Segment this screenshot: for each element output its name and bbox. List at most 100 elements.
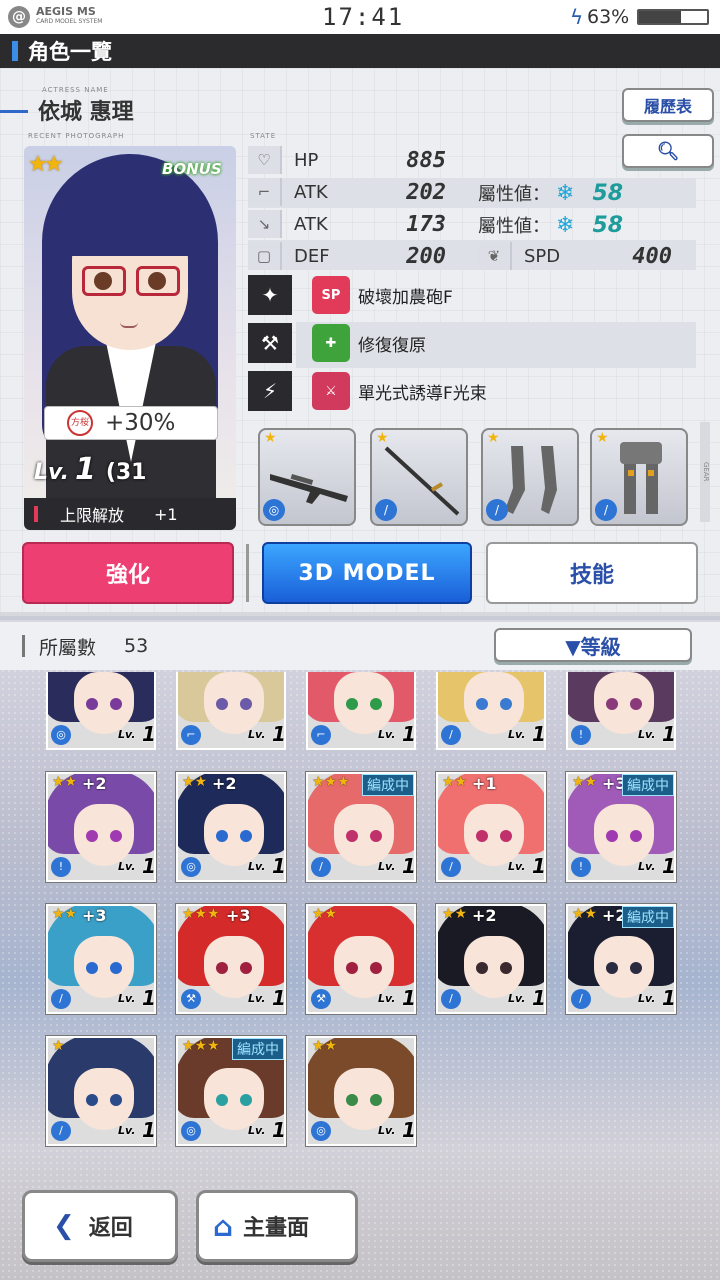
card-eye	[476, 962, 488, 974]
roster-card[interactable]: ★★ +2 / Lv. 1	[436, 904, 546, 1014]
card-level: 1	[142, 986, 156, 1010]
roster-card[interactable]: ★★★ 編成中 / Lv. 1	[306, 772, 416, 882]
card-level: 1	[532, 986, 546, 1010]
card-eye	[630, 962, 642, 974]
card-level: 1	[272, 1118, 286, 1142]
skills-button[interactable]: 技能	[486, 542, 698, 604]
card-eye	[370, 1094, 382, 1106]
roster-card[interactable]: ★★ +1 / Lv. 1	[436, 772, 546, 882]
card-lv-label: Lv.	[638, 992, 656, 1005]
sort-button[interactable]: ▼等級	[494, 628, 692, 662]
skill-row[interactable]: ✦ SP 破壞加農砲F	[248, 274, 696, 316]
stat-atk-melee: ↘ ATK 173	[248, 210, 446, 238]
blade-sub-icon: /	[375, 499, 397, 521]
skill-row[interactable]: ⚡ ⚔ 單光式誘導F光束	[248, 370, 696, 412]
card-eye	[346, 962, 358, 974]
roster-card[interactable]: ★★ +2! Lv. 1	[46, 772, 156, 882]
name-marker	[0, 110, 28, 113]
card-stars: ★★	[442, 774, 468, 790]
card-plus: +3	[82, 906, 107, 925]
card-eye	[606, 698, 618, 710]
wrench-icon: ⚒	[248, 323, 292, 363]
roster-card[interactable]: ★ / Lv. 1	[46, 1036, 156, 1146]
card-plus: +2	[472, 906, 497, 925]
card-lv-label: Lv.	[378, 728, 396, 741]
card-face	[594, 804, 654, 866]
card-weapon-icon: /	[311, 857, 331, 877]
card-stars: ★★★	[182, 906, 220, 922]
card-face	[334, 672, 394, 734]
card-level: 1	[272, 722, 286, 746]
card-face	[464, 672, 524, 734]
roster-card[interactable]: ★★★ +3 ⚒ Lv. 1	[176, 904, 286, 1014]
card-level: 1	[402, 854, 416, 878]
card-eye	[606, 830, 618, 842]
card-face	[74, 672, 134, 734]
gear-star-icon: ★	[376, 430, 389, 446]
bonus-percent: +30%	[105, 410, 176, 436]
skill-row[interactable]: ⚒ ✚ 修復復原	[248, 322, 696, 364]
glasses-right	[136, 266, 180, 296]
snowflake-icon: ❄	[556, 180, 575, 206]
card-face	[334, 804, 394, 866]
card-lv-label: Lv.	[638, 728, 656, 741]
card-lv-label: Lv.	[248, 1124, 266, 1137]
roster-card[interactable]: ★★ +2 ◎ Lv. 1	[176, 772, 286, 882]
enhance-button[interactable]: 強化	[22, 542, 234, 604]
home-button[interactable]: ⌂ 主畫面	[196, 1190, 358, 1262]
roster-card[interactable]: ★★ ⚒ Lv. 1	[306, 904, 416, 1014]
card-weapon-icon: /	[51, 1121, 71, 1141]
card-weapon-icon: ⌐	[181, 725, 201, 745]
3d-model-button[interactable]: 3D MODEL	[262, 542, 472, 604]
card-eye	[110, 830, 122, 842]
attr-value-melee: 屬性値： ❄ 58	[478, 212, 624, 238]
card-stars: ★	[52, 1038, 65, 1054]
card-eye	[216, 698, 228, 710]
card-face	[204, 672, 264, 734]
card-eye	[476, 698, 488, 710]
charging-icon: ϟ	[570, 5, 584, 29]
card-eye	[476, 830, 488, 842]
roster-card[interactable]: ★★ +3 編成中! Lv. 1	[566, 772, 676, 882]
roster-label: 所屬數	[39, 636, 97, 659]
card-eye	[216, 830, 228, 842]
card-weapon-icon: /	[441, 857, 461, 877]
card-weapon-icon: !	[571, 725, 591, 745]
home-icon: ⌂	[213, 1209, 234, 1243]
gear-tab[interactable]: GEAR	[700, 422, 710, 522]
gear-slot-legs[interactable]: ★ /	[481, 428, 579, 526]
title-bar: 角色一覽	[0, 34, 720, 68]
card-weapon-icon: /	[441, 989, 461, 1009]
bonus-badge: BONUS	[162, 160, 222, 178]
stat-spd: ❦ SPD 400	[478, 242, 672, 270]
search-button[interactable]: 🔍︎	[622, 134, 714, 168]
wing-icon: ❦	[478, 242, 512, 270]
card-lv-label: Lv.	[248, 860, 266, 873]
card-eye	[500, 698, 512, 710]
card-level: 1	[142, 722, 156, 746]
history-button[interactable]: 履歷表	[622, 88, 714, 122]
gear-slot-blade[interactable]: ★ /	[370, 428, 468, 526]
roster-card[interactable]: ★★ +2 編成中 / Lv. 1	[566, 904, 676, 1014]
card-level: 1	[402, 722, 416, 746]
formed-badge: 編成中	[622, 774, 674, 796]
card-face	[204, 936, 264, 998]
gear-slot-rifle[interactable]: ★ ◎	[258, 428, 356, 526]
stat-atk-ranged: ⌐ ATK 202	[248, 178, 446, 206]
card-eye	[370, 830, 382, 842]
battery-percent: 63%	[587, 6, 630, 28]
back-button[interactable]: ❮ 返回	[22, 1190, 178, 1262]
roster-card[interactable]: ★★★ 編成中 ◎ Lv. 1	[176, 1036, 286, 1146]
roster-card[interactable]: ★★ ◎ Lv. 1	[306, 1036, 416, 1146]
card-weapon-icon: ◎	[51, 725, 71, 745]
card-eye	[86, 962, 98, 974]
card-level: 1	[662, 722, 676, 746]
stat-hp: ♡ HP 885	[248, 146, 446, 174]
roster-card[interactable]: ★★ +3 / Lv. 1	[46, 904, 156, 1014]
card-eye	[500, 830, 512, 842]
character-portrait[interactable]: ★ ★ BONUS 方桜 +30% Lv. 1 (31 上限解放 +1	[24, 146, 236, 530]
heart-icon: ♡	[248, 146, 282, 174]
gear-slot-armor[interactable]: ★ /	[590, 428, 688, 526]
card-weapon-icon: ◎	[181, 857, 201, 877]
roster-marker	[22, 635, 25, 657]
